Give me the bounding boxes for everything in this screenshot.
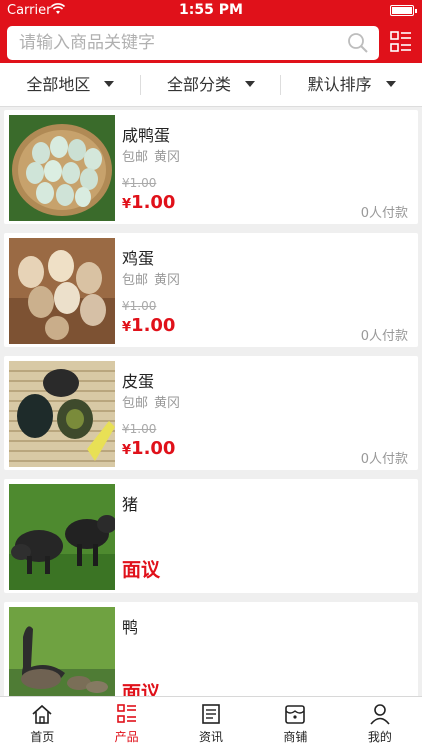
tag-shipping: 包邮: [122, 273, 149, 288]
filter-sort-label: 默认排序: [307, 75, 372, 94]
tab-news[interactable]: 资讯: [169, 697, 253, 750]
search-icon[interactable]: [347, 32, 369, 54]
product-tags: 包邮 黄冈: [122, 269, 186, 288]
price-value: 1.00: [131, 315, 176, 336]
currency-symbol: ¥: [122, 443, 132, 458]
filter-bar: 全部地区 全部分类 默认排序: [0, 63, 422, 107]
price: ¥1.00: [122, 192, 175, 213]
original-price: ¥1.00: [122, 176, 157, 190]
original-price: ¥1.00: [122, 299, 157, 313]
sold-count: 0人付款: [360, 452, 408, 467]
price-value: 1.00: [131, 438, 176, 459]
tab-news-label: 资讯: [199, 730, 224, 744]
user-icon: [370, 704, 390, 725]
status-bar: Carrier 1:55 PM: [0, 0, 422, 22]
clock: 1:55 PM: [179, 2, 243, 18]
price-value: 1.00: [131, 192, 176, 213]
filter-sort[interactable]: 默认排序: [281, 63, 422, 107]
filter-category-label: 全部分类: [167, 75, 232, 94]
product-item[interactable]: 鸭 面议: [4, 602, 418, 696]
product-name: 猪: [122, 495, 139, 514]
battery-icon: [390, 5, 417, 16]
product-name: 皮蛋: [122, 372, 155, 391]
tag-location: 黄冈: [154, 150, 181, 165]
product-image: [9, 607, 115, 696]
home-icon: [32, 704, 52, 724]
news-icon: [202, 704, 220, 724]
caret-down-icon: [245, 80, 256, 87]
tab-products-label: 产品: [114, 730, 139, 744]
product-name: 鸡蛋: [122, 249, 155, 268]
tab-me-label: 我的: [367, 730, 392, 744]
product-item[interactable]: 皮蛋 包邮 黄冈 ¥1.00 ¥1.00 0人付款: [4, 356, 418, 470]
shop-icon: [285, 705, 306, 724]
product-tags: 包邮 黄冈: [122, 392, 186, 411]
currency-symbol: ¥: [122, 320, 132, 335]
product-image: [9, 361, 115, 467]
caret-down-icon: [104, 80, 115, 87]
header: Carrier 1:55 PM: [0, 0, 422, 63]
currency-symbol: ¥: [122, 197, 132, 212]
negotiable-price: 面议: [122, 682, 161, 696]
product-list: 咸鸭蛋 包邮 黄冈 ¥1.00 ¥1.00 0人付款 鸡蛋 包邮 黄冈 ¥1.0…: [0, 110, 422, 696]
sold-count: 0人付款: [360, 329, 408, 344]
product-item[interactable]: 咸鸭蛋 包邮 黄冈 ¥1.00 ¥1.00 0人付款: [4, 110, 418, 224]
tab-products[interactable]: 产品: [84, 697, 168, 750]
product-name: 咸鸭蛋: [122, 126, 171, 145]
original-price: ¥1.00: [122, 422, 157, 436]
list-icon: [116, 704, 136, 723]
tab-home[interactable]: 首页: [0, 697, 84, 750]
product-item[interactable]: 猪 面议: [4, 479, 418, 593]
tag-shipping: 包邮: [122, 396, 149, 411]
price: ¥1.00: [122, 315, 175, 336]
tag-location: 黄冈: [154, 396, 181, 411]
product-image: [9, 238, 115, 344]
product-name: 鸭: [122, 618, 139, 637]
filter-region[interactable]: 全部地区: [0, 63, 141, 107]
tag-shipping: 包邮: [122, 150, 149, 165]
tab-shop[interactable]: 商铺: [253, 697, 337, 750]
search-bar[interactable]: [7, 26, 379, 60]
product-tags: 包邮 黄冈: [122, 146, 186, 165]
tab-bar: 首页 产品 资讯 商铺 我的: [0, 696, 422, 750]
category-menu-icon[interactable]: [390, 30, 412, 54]
product-image: [9, 484, 115, 590]
tag-location: 黄冈: [154, 273, 181, 288]
tab-home-label: 首页: [30, 730, 55, 744]
sold-count: 0人付款: [360, 206, 408, 221]
product-item[interactable]: 鸡蛋 包邮 黄冈 ¥1.00 ¥1.00 0人付款: [4, 233, 418, 347]
tab-shop-label: 商铺: [283, 730, 308, 744]
product-image: [9, 115, 115, 221]
filter-region-label: 全部地区: [26, 75, 91, 94]
search-input[interactable]: [19, 30, 339, 56]
negotiable-price: 面议: [122, 559, 161, 581]
price: ¥1.00: [122, 438, 175, 459]
tab-me[interactable]: 我的: [338, 697, 422, 750]
caret-down-icon: [385, 80, 396, 87]
filter-category[interactable]: 全部分类: [141, 63, 282, 107]
